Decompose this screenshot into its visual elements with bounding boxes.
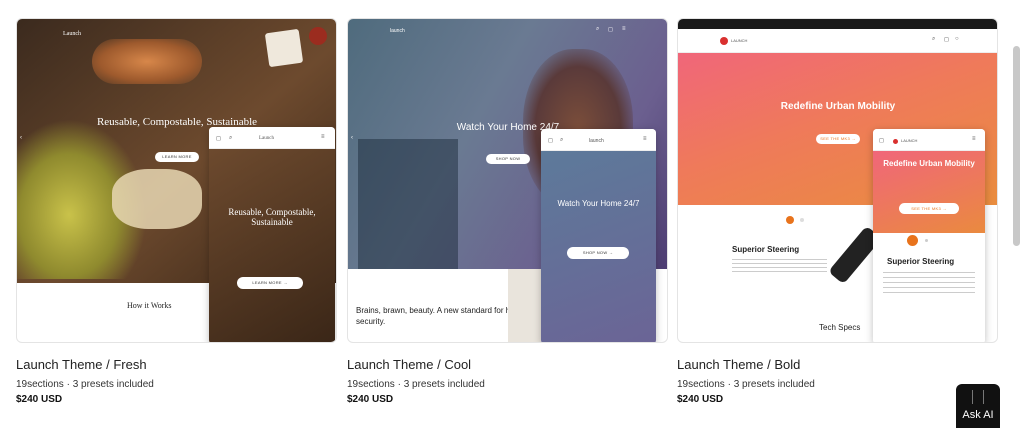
logo-mark: [720, 37, 728, 45]
hero-button[interactable]: LEARN MORE: [155, 152, 199, 162]
menu-icon[interactable]: ≡: [972, 136, 976, 142]
search-icon[interactable]: ⌕: [596, 26, 599, 33]
food-item: [92, 39, 202, 84]
theme-sections: 19sections · 3 presets included: [347, 379, 485, 390]
phone-button[interactable]: SHOP NOW →: [567, 247, 629, 259]
brand-logo: LAUNCH: [731, 38, 748, 43]
sugar-cube: [264, 28, 304, 68]
cart-icon[interactable]: ◻: [548, 137, 553, 144]
doorway: [358, 139, 458, 269]
card-meta: Launch Theme / Bold 19sections · 3 prese…: [677, 356, 815, 405]
theme-price: $240 USD: [16, 394, 63, 405]
site-nav: LAUNCH ⌕ ◻ ○: [678, 29, 997, 53]
hero-headline: Redefine Urban Mobility: [780, 101, 896, 112]
carousel-dot[interactable]: [800, 218, 804, 222]
menu-icon[interactable]: ≡: [321, 134, 325, 140]
theme-price: $240 USD: [677, 394, 724, 405]
hero-button[interactable]: SHOP NOW: [486, 154, 530, 164]
theme-title[interactable]: Launch Theme / Bold: [677, 356, 815, 374]
lower-headline: Brains, brawn, beauty. A new standard fo…: [356, 306, 526, 326]
phone-preview: ◻ ⌕ Launch ≡ Reusable, Compostable, Sust…: [209, 127, 335, 342]
berry: [309, 27, 327, 45]
ask-ai-logo-icon: [972, 390, 984, 404]
theme-card-cool[interactable]: launch ⌕ ◻ ≡ ‹ Watch Your Home 24/7 SHOP…: [347, 18, 668, 418]
theme-sections: 19sections · 3 presets included: [677, 379, 815, 390]
search-icon[interactable]: ⌕: [560, 137, 563, 144]
phone-brand: Launch: [259, 136, 274, 141]
feature-copy: [732, 259, 827, 275]
carousel-dot-active[interactable]: [786, 216, 794, 224]
cart-icon[interactable]: ◻: [944, 36, 949, 43]
beeswax-wrap: [112, 169, 202, 229]
feature-title: Superior Steering: [732, 245, 800, 254]
phone-header: [873, 129, 985, 151]
ask-ai-button[interactable]: Ask AI: [956, 384, 1000, 428]
card-meta: Launch Theme / Fresh 19sections · 3 pres…: [16, 356, 154, 405]
brand-logo: launch: [390, 28, 405, 34]
theme-title[interactable]: Launch Theme / Cool: [347, 356, 485, 374]
phone-feature-copy: [883, 272, 975, 294]
ask-ai-label: Ask AI: [962, 409, 994, 421]
towel: [508, 269, 543, 342]
menu-icon[interactable]: ≡: [622, 26, 626, 32]
specs-title: Tech Specs: [819, 323, 861, 332]
phone-brand: LAUNCH: [901, 138, 918, 143]
theme-card-fresh[interactable]: Launch ‹ › Reusable, Compostable, Sustai…: [16, 18, 337, 418]
account-icon[interactable]: ○: [955, 36, 959, 42]
theme-grid: Launch ‹ › Reusable, Compostable, Sustai…: [16, 18, 1008, 428]
phone-preview: ◻ ⌕ launch ≡ Watch Your Home 24/7 SHOP N…: [541, 129, 656, 342]
phone-brand: launch: [589, 138, 604, 144]
theme-preview-fresh[interactable]: Launch ‹ › Reusable, Compostable, Sustai…: [16, 18, 337, 343]
phone-feature-title: Superior Steering: [887, 257, 955, 266]
phone-button[interactable]: SEE THE MK3 →: [899, 203, 959, 214]
announcement-bar: [678, 19, 997, 29]
brand-logo: Launch: [63, 31, 81, 37]
phone-headline: Redefine Urban Mobility: [883, 159, 975, 168]
theme-title[interactable]: Launch Theme / Fresh: [16, 356, 154, 374]
theme-price: $240 USD: [347, 394, 394, 405]
phone-headline: Reusable, Compostable, Sustainable: [228, 207, 316, 227]
theme-preview-cool[interactable]: launch ⌕ ◻ ≡ ‹ Watch Your Home 24/7 SHOP…: [347, 18, 668, 343]
hero-button[interactable]: SEE THE MK3 →: [816, 134, 860, 144]
phone-preview: ◻ LAUNCH ≡ Redefine Urban Mobility SEE T…: [873, 129, 985, 342]
phone-button[interactable]: LEARN MORE →: [237, 277, 303, 289]
logo-mark: [893, 139, 898, 144]
cart-icon[interactable]: ◻: [216, 135, 221, 142]
carousel-dot[interactable]: [925, 239, 928, 242]
theme-sections: 19sections · 3 presets included: [16, 379, 154, 390]
phone-hero: [209, 149, 335, 342]
theme-card-bold[interactable]: LAUNCH ⌕ ◻ ○ Redefine Urban Mobility SEE…: [677, 18, 998, 418]
menu-icon[interactable]: ≡: [643, 136, 647, 142]
phone-headline: Watch Your Home 24/7: [557, 199, 640, 208]
cart-icon[interactable]: ◻: [879, 137, 884, 144]
card-meta: Launch Theme / Cool 19sections · 3 prese…: [347, 356, 485, 405]
cart-icon[interactable]: ◻: [608, 26, 613, 33]
section-title: How it Works: [127, 301, 172, 310]
theme-preview-bold[interactable]: LAUNCH ⌕ ◻ ○ Redefine Urban Mobility SEE…: [677, 18, 998, 343]
carousel-dot-active[interactable]: [907, 235, 918, 246]
search-icon[interactable]: ⌕: [932, 36, 935, 43]
prev-arrow-icon[interactable]: ‹: [20, 135, 22, 141]
search-icon[interactable]: ⌕: [229, 135, 232, 142]
prev-arrow-icon[interactable]: ‹: [351, 135, 353, 141]
scrollbar-thumb[interactable]: [1013, 46, 1020, 246]
